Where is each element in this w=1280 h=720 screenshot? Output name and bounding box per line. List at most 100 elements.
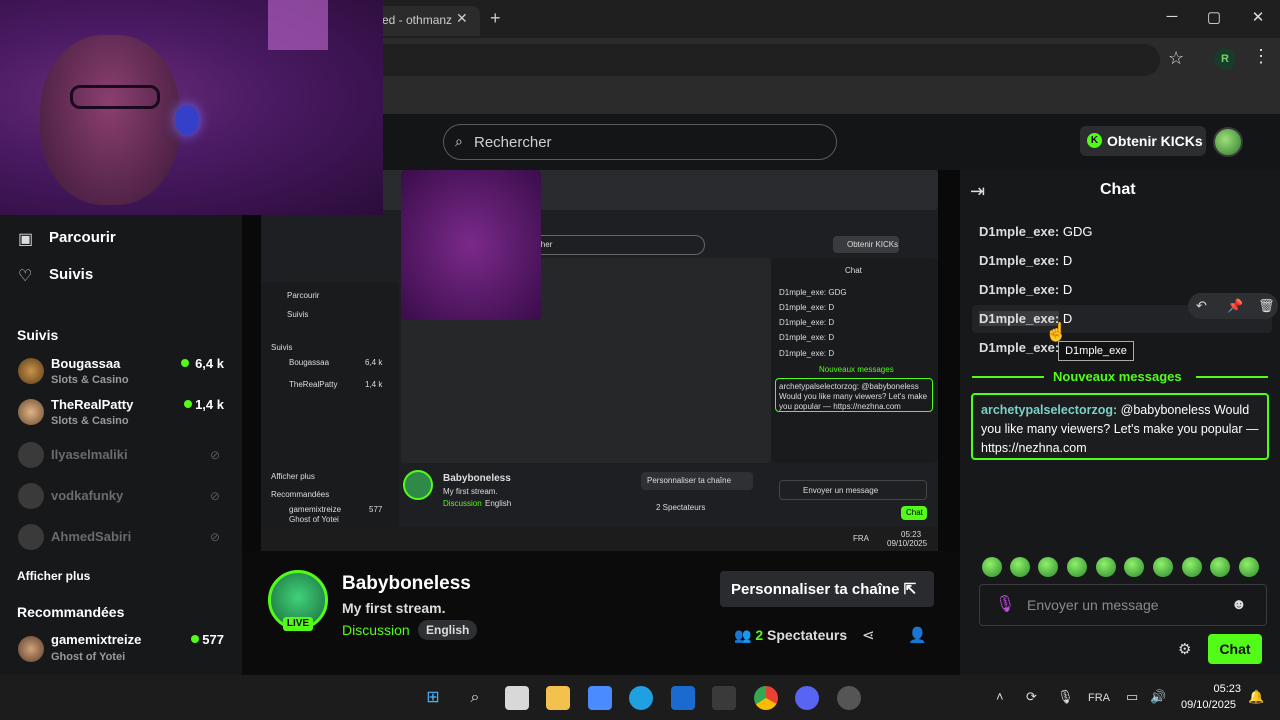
new-tab-button[interactable]: + xyxy=(490,8,501,29)
mini-msg-2: D1mple_exe: D xyxy=(779,303,835,312)
followed-channel-name[interactable]: Ilyaselmaliki xyxy=(51,447,128,462)
sync-icon[interactable]: ⟳ xyxy=(1026,689,1037,705)
outlook-icon[interactable] xyxy=(671,686,695,710)
username-tooltip: D1mple_exe xyxy=(1058,341,1134,361)
discord-icon[interactable] xyxy=(795,686,819,710)
clock-time[interactable]: 05:23 xyxy=(1211,683,1241,695)
bookmark-star-icon[interactable]: ☆ xyxy=(1168,48,1184,69)
stream-screen-capture[interactable]: Rechercher Obtenir KICKs Parcourir Suivi… xyxy=(261,170,938,551)
chat-username[interactable]: D1mple_exe: xyxy=(979,253,1059,268)
user-follow-icon[interactable]: 👤 xyxy=(908,626,927,644)
mini-send-text: Chat xyxy=(906,508,923,517)
chat-settings-gear-icon[interactable]: ⚙ xyxy=(1178,640,1191,658)
stream-category[interactable]: Discussion xyxy=(342,622,410,638)
recommended-channel-name[interactable]: gamemixtreize xyxy=(51,632,141,647)
recommended-section-title: Recommandées xyxy=(17,604,125,620)
mini-viewers: 2 Spectateurs xyxy=(656,503,706,512)
volume-icon[interactable]: 🔊 xyxy=(1150,689,1166,705)
heart-icon: ♡ xyxy=(18,268,33,285)
webcam-glasses xyxy=(70,85,160,109)
language-indicator[interactable]: FRA xyxy=(1088,692,1110,704)
delete-icon[interactable]: 🗑 xyxy=(1258,298,1275,314)
channel-name[interactable]: Babyboneless xyxy=(342,573,471,595)
close-window-button[interactable]: ✕ xyxy=(1248,8,1268,26)
customize-channel-button[interactable]: Personnaliser ta chaîne ⇱ xyxy=(720,571,934,607)
browser-menu-icon[interactable]: ⋮ xyxy=(1252,46,1270,67)
followed-channel-name[interactable]: AhmedSabiri xyxy=(51,529,131,544)
highlighted-message[interactable]: archetypalselectorzog: @babyboneless Wou… xyxy=(971,393,1269,460)
chat-username[interactable]: D1mple_exe: xyxy=(979,282,1059,297)
emote-icon[interactable] xyxy=(1239,557,1259,577)
chevron-up-icon[interactable]: ˄ xyxy=(996,689,1004,704)
emote-icon[interactable] xyxy=(1210,557,1230,577)
emote-icon[interactable] xyxy=(1010,557,1030,577)
recommended-channel-category[interactable]: Ghost of Yotei xyxy=(51,651,125,663)
share-icon[interactable]: ⋖ xyxy=(862,626,875,644)
minimize-button[interactable]: ─ xyxy=(1162,8,1182,25)
emote-icon[interactable] xyxy=(1096,557,1116,577)
search-placeholder: Rechercher xyxy=(474,134,552,151)
network-icon[interactable]: ▭ xyxy=(1126,689,1138,705)
followed-channel-name[interactable]: TheRealPatty xyxy=(51,397,133,412)
search-taskbar-icon[interactable]: ⌕ xyxy=(463,686,487,710)
mini-rec-1-cat: Ghost of Yotei xyxy=(289,515,339,524)
task-view-icon[interactable] xyxy=(505,686,529,710)
emote-icon[interactable] xyxy=(1038,557,1058,577)
avatar[interactable] xyxy=(18,636,44,662)
nav-following[interactable]: Suivis xyxy=(49,266,93,283)
viewers-label: Spectateurs xyxy=(767,627,848,643)
tab-close-icon[interactable]: ✕ xyxy=(456,10,468,27)
emote-icon[interactable] xyxy=(982,557,1002,577)
user-avatar[interactable] xyxy=(1213,127,1243,157)
viewer-count: 1,4 k xyxy=(195,397,224,412)
mini-language: English xyxy=(485,499,512,508)
new-messages-label[interactable]: Nouveaux messages xyxy=(1053,369,1182,384)
edge-icon[interactable] xyxy=(629,686,653,710)
chat-message[interactable]: D1mple_exe: D xyxy=(979,282,1072,297)
reply-icon[interactable]: ↶ xyxy=(1196,298,1207,314)
avatar[interactable] xyxy=(18,483,44,509)
viewers-count: 2 xyxy=(755,627,764,643)
nav-browse[interactable]: Parcourir xyxy=(49,229,116,246)
maximize-button[interactable]: ▢ xyxy=(1204,8,1224,26)
offline-icon: ⊘ xyxy=(210,489,221,503)
store-icon[interactable] xyxy=(588,686,612,710)
mini-category: Discussion xyxy=(443,499,482,508)
emote-icon[interactable] xyxy=(1124,557,1144,577)
collapse-chat-icon[interactable]: ⇥ xyxy=(970,181,985,202)
mic-tray-icon[interactable]: 🎙 xyxy=(1057,689,1074,705)
emote-icon[interactable] xyxy=(1067,557,1087,577)
app-icon[interactable] xyxy=(837,686,861,710)
chat-message[interactable]: D1mple_exe: D xyxy=(979,253,1072,268)
followed-channel-category[interactable]: Slots & Casino xyxy=(51,374,129,386)
chat-send-button[interactable]: Chat xyxy=(1208,634,1262,664)
browser-profile-avatar[interactable]: R xyxy=(1214,48,1236,70)
chat-input-placeholder: Envoyer un message xyxy=(1027,597,1159,613)
pin-icon[interactable]: 📌 xyxy=(1227,298,1243,314)
windows-start-icon[interactable]: ⊞ xyxy=(421,686,445,710)
notification-bell-icon[interactable]: 🔔 xyxy=(1248,689,1264,705)
avatar[interactable] xyxy=(18,399,44,425)
avatar[interactable] xyxy=(18,524,44,550)
file-explorer-icon[interactable] xyxy=(546,686,570,710)
pinned-username[interactable]: archetypalselectorzog: xyxy=(981,403,1117,417)
emote-icon[interactable] xyxy=(1182,557,1202,577)
emoji-icon[interactable]: ☻ xyxy=(1231,596,1247,613)
clock-date[interactable]: 09/10/2025 xyxy=(1181,699,1236,711)
microphone-icon[interactable]: 🎙 xyxy=(995,594,1015,614)
chat-message[interactable]: D1mple_exe: GDG xyxy=(979,224,1092,239)
avatar[interactable] xyxy=(18,442,44,468)
chrome-icon[interactable] xyxy=(754,686,778,710)
show-more-link[interactable]: Afficher plus xyxy=(17,569,90,583)
followed-channel-category[interactable]: Slots & Casino xyxy=(51,415,129,427)
avatar[interactable] xyxy=(18,358,44,384)
mini-show-more: Afficher plus xyxy=(271,472,315,481)
app-icon[interactable] xyxy=(712,686,736,710)
emote-icon[interactable] xyxy=(1153,557,1173,577)
followed-channel-name[interactable]: vodkafunky xyxy=(51,488,123,503)
language-tag[interactable]: English xyxy=(418,620,478,640)
stream-title: My first stream. xyxy=(342,600,446,616)
mini-kicks-text: Obtenir KICKs xyxy=(847,240,899,249)
chat-username[interactable]: D1mple_exe: xyxy=(979,224,1059,239)
followed-channel-name[interactable]: Bougassaa xyxy=(51,356,120,371)
